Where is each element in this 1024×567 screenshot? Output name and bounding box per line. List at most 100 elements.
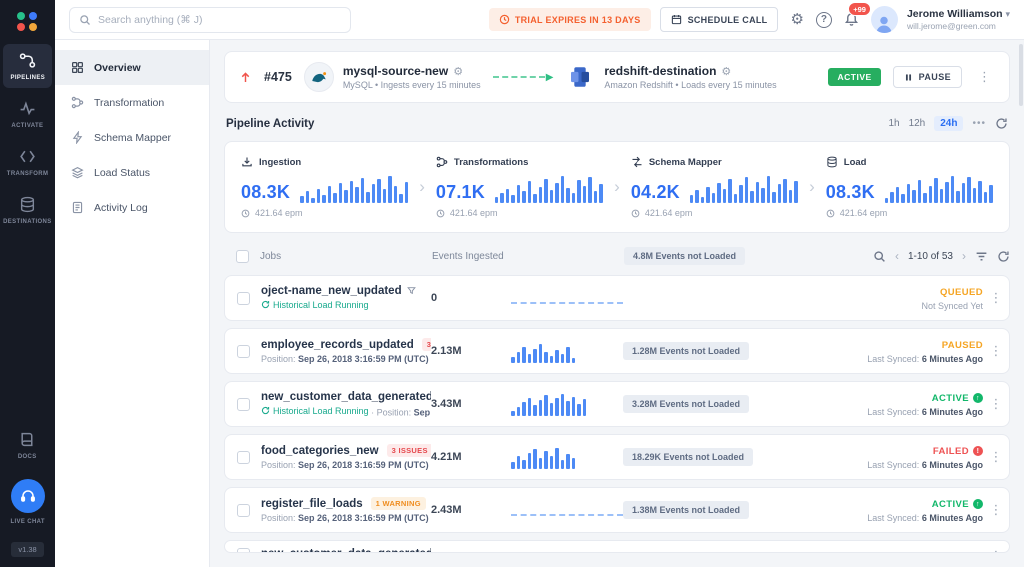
schedule-call-button[interactable]: SCHEDULE CALL [660,7,779,32]
table-row[interactable]: new_customer_data_generated ⋮ [224,540,1010,553]
table-row[interactable]: food_categories_new3 ISSUESPosition: Sep… [224,434,1010,480]
historical-load-running-label: Historical Load Running [261,300,369,310]
job-name[interactable]: employee_records_updated3 FAILURES [261,338,431,351]
row-checkbox[interactable] [237,398,250,411]
nav-label: ACTIVATE [12,122,44,128]
sidebar-item-transformation[interactable]: Transformation [55,85,209,120]
events-not-loaded-pill: 3.28M Events not Loaded [623,395,749,413]
status-active-icon: ↑ [973,393,983,403]
sidebar-item-label: Activity Log [94,202,148,214]
job-subtext: Historical Load Running [261,300,431,312]
activity-refresh-icon[interactable] [995,117,1008,130]
job-events-ingested: 2.43M [431,504,511,516]
search-icon [79,14,91,26]
stat-value: 04.2K [631,182,680,203]
job-kebab-menu[interactable]: ⋮ [983,396,1009,412]
sidebar-item-activity-log[interactable]: Activity Log [55,190,209,225]
job-status: PAUSED [942,340,983,351]
job-subtext: Historical Load Running · Position: Sep … [261,406,431,418]
row-checkbox[interactable] [237,292,250,305]
epm-clock-icon [631,209,640,218]
nav-pipelines[interactable]: PIPELINES [3,44,52,88]
pagination-text: 1-10 of 53 [908,251,953,262]
job-name[interactable]: new_customer_data_generated [261,391,431,403]
nav-destinations[interactable]: DESTINATIONS [3,188,52,232]
pipeline-header-card: #475 mysql-source-new⚙ MySQL • Ingests e… [224,51,1010,103]
sidebar-item-label: Overview [94,62,141,74]
pipeline-activity-title: Pipeline Activity [226,118,314,130]
destination-settings-gear-icon[interactable]: ⚙ [721,65,731,78]
position-label: Position: [261,513,296,523]
nav-live-chat[interactable]: LIVE CHAT [3,471,52,532]
destination-node[interactable]: redshift-destination⚙ Amazon Redshift • … [565,62,776,92]
notifications-bell-icon[interactable]: +99 [841,10,862,29]
filter-icon[interactable] [975,250,988,263]
status-active-icon: ↑ [973,499,983,509]
pipeline-kebab-menu[interactable]: ⋮ [974,69,995,85]
destination-subtitle: Amazon Redshift • Loads every 15 minutes [604,80,776,90]
position-label: Position: [261,460,296,470]
sidebar-item-overview[interactable]: Overview [55,50,209,85]
jobs-column-header: Jobs [260,251,432,262]
nav-transform[interactable]: TRANSFORM [3,140,52,184]
position-label: Position: [261,354,296,364]
search-input[interactable] [98,14,341,26]
trial-banner: TRIAL EXPIRES IN 13 DAYS [489,8,651,31]
job-name[interactable]: food_categories_new3 ISSUES [261,444,431,457]
row-checkbox[interactable] [237,548,250,553]
job-kebab-menu[interactable]: ⋮ [983,343,1009,359]
job-synced: Last Synced: 6 Minutes Ago [808,460,983,470]
nav-docs[interactable]: DOCS [3,423,52,467]
range-12h[interactable]: 12h [909,118,926,129]
job-name[interactable]: oject-name_new_updated [261,285,431,297]
sidebar-item-schema-mapper[interactable]: Schema Mapper [55,120,209,155]
scrollbar[interactable] [1019,44,1023,106]
more-ranges-button[interactable]: ••• [972,118,986,129]
job-name[interactable]: new_customer_data_generated [261,548,431,553]
version-badge: v1.38 [11,542,43,557]
source-settings-gear-icon[interactable]: ⚙ [453,65,463,78]
activity-log-icon [71,201,84,214]
chevron-right-icon: › [808,177,816,197]
table-row[interactable]: register_file_loads1 WARNING Position: Se… [224,487,1010,533]
sidebar-item-load-status[interactable]: Load Status [55,155,209,190]
job-kebab-menu[interactable]: ⋮ [983,548,1009,553]
job-name[interactable]: register_file_loads1 WARNING [261,497,431,510]
nav-activate[interactable]: ACTIVATE [3,92,52,136]
job-badge: 1 WARNING [371,497,426,510]
range-24h[interactable]: 24h [934,116,963,131]
stat-value: 08.3K [826,182,875,203]
global-search[interactable] [69,7,351,33]
job-kebab-menu[interactable]: ⋮ [983,290,1009,306]
job-sparkline [511,392,623,416]
settings-gear-icon[interactable]: ⚙ [787,10,806,29]
job-kebab-menu[interactable]: ⋮ [983,502,1009,518]
select-all-checkbox[interactable] [236,250,249,263]
row-checkbox[interactable] [237,345,250,358]
jobs-search-icon[interactable] [873,250,886,263]
prev-page-chevron[interactable]: ‹ [895,249,899,263]
avatar[interactable] [871,6,898,33]
source-node[interactable]: mysql-source-new⚙ MySQL • Ingests every … [304,62,481,92]
job-subtext: Position: Sep 26, 2018 3:16:59 PM (UTC) [261,513,431,523]
stat-load: Load 08.3K 421.64 epm [816,154,1003,220]
pause-button[interactable]: PAUSE [893,66,962,88]
stat-sparkline [885,173,993,203]
row-checkbox[interactable] [237,504,250,517]
help-icon[interactable]: ? [816,12,832,28]
table-row[interactable]: oject-name_new_updated Historical Load R… [224,275,1010,321]
job-subtext: Position: Sep 26, 2018 3:16:59 PM (UTC) [261,354,431,364]
schema-mapper-bolt-icon [71,131,84,144]
job-kebab-menu[interactable]: ⋮ [983,449,1009,465]
app-logo[interactable] [0,0,55,42]
user-menu[interactable]: Jerome Williamson ▾ will.jerome@green.co… [907,8,1010,32]
next-page-chevron[interactable]: › [962,249,966,263]
row-checkbox[interactable] [237,451,250,464]
stat-epm: 421.64 epm [450,208,498,218]
table-row[interactable]: new_customer_data_generated Historical L… [224,381,1010,427]
table-row[interactable]: employee_records_updated3 FAILURES Positi… [224,328,1010,374]
job-events-ingested: 2.13M [431,345,511,357]
jobs-refresh-icon[interactable] [997,250,1010,263]
range-1h[interactable]: 1h [888,118,899,129]
sidebar-item-label: Load Status [94,167,150,179]
